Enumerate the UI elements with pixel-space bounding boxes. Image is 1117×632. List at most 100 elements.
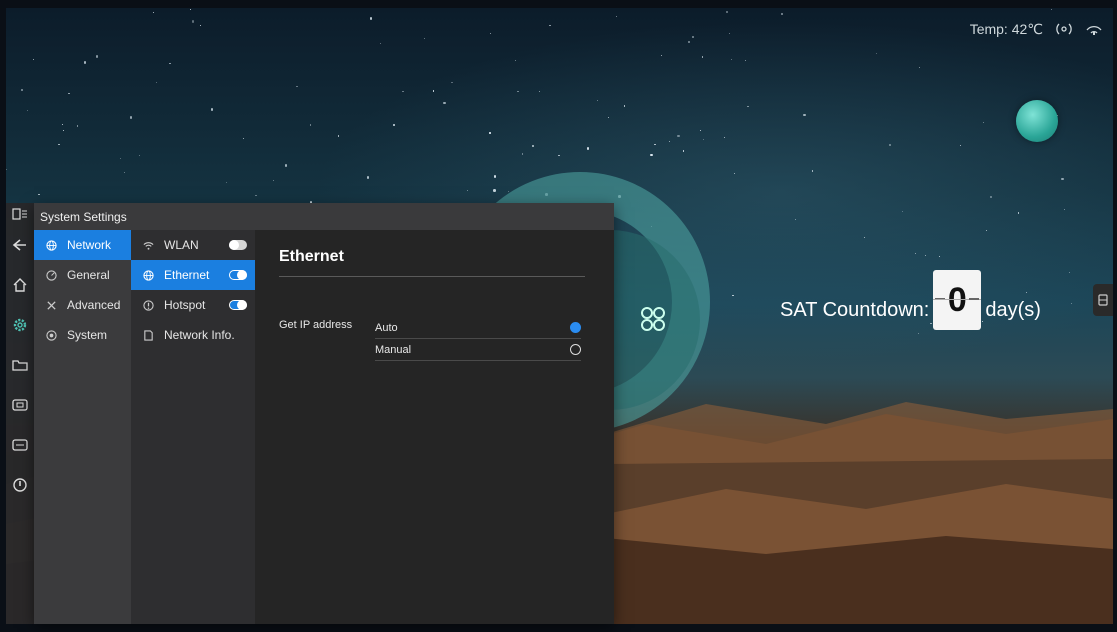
star [803, 113, 806, 117]
dock-back-button[interactable] [6, 225, 34, 265]
dock-screen-button[interactable] [6, 385, 34, 425]
star [62, 129, 65, 131]
star [284, 164, 288, 167]
apps-grid-icon[interactable] [640, 306, 666, 332]
star [558, 154, 560, 156]
gear-icon [13, 318, 27, 332]
star [32, 58, 35, 61]
countdown-digit: 0 [947, 280, 967, 319]
star [210, 108, 214, 111]
category-general[interactable]: General [34, 260, 131, 290]
star [539, 90, 541, 92]
star [1061, 177, 1064, 181]
submenu-label: WLAN [164, 238, 199, 252]
hotspot-toggle[interactable] [229, 300, 247, 310]
star [20, 88, 24, 92]
category-network[interactable]: Network [34, 230, 131, 260]
star [687, 40, 691, 44]
globe-icon [143, 269, 154, 281]
star [62, 124, 64, 126]
star [586, 147, 590, 150]
dock-input-button[interactable] [6, 425, 34, 465]
star [489, 132, 491, 134]
star [811, 170, 813, 172]
wifi-icon [143, 241, 154, 250]
star [615, 15, 618, 18]
star [924, 254, 926, 256]
star [369, 17, 373, 20]
network-icon[interactable] [1085, 20, 1103, 38]
star [199, 24, 201, 26]
floating-assistant-button[interactable] [1016, 100, 1058, 142]
star [95, 55, 99, 58]
star [661, 55, 663, 57]
ip-address-setting: Get IP address Auto Manual [279, 317, 581, 361]
category-system[interactable]: System [34, 320, 131, 350]
countdown-label: SAT Countdown: [780, 298, 930, 321]
window-title: System Settings [40, 209, 127, 224]
star [917, 332, 919, 335]
star [725, 10, 729, 14]
star [309, 124, 311, 126]
dock-settings-button[interactable] [6, 305, 34, 345]
dock-home-button[interactable] [6, 265, 34, 305]
submenu-network-info[interactable]: Network Info. [131, 320, 255, 350]
ip-option-manual[interactable]: Manual [375, 339, 581, 361]
star [919, 66, 921, 69]
star [467, 189, 469, 191]
star [607, 117, 609, 119]
category-advanced[interactable]: Advanced [34, 290, 131, 320]
star [366, 176, 370, 179]
dock-folder-button[interactable] [6, 345, 34, 385]
ip-options: Auto Manual [375, 317, 581, 361]
star [493, 175, 497, 178]
dock-power-button[interactable] [6, 465, 34, 505]
panel-icon [1098, 294, 1108, 306]
star [123, 171, 125, 173]
submenu-label: Hotspot [164, 298, 206, 312]
star [337, 135, 339, 137]
star [522, 153, 524, 155]
status-bar: Temp: 42℃ [970, 20, 1103, 38]
star [730, 58, 732, 61]
star [402, 90, 404, 92]
star [1050, 8, 1053, 10]
input-source-icon [12, 439, 28, 451]
star [169, 63, 171, 65]
star [914, 253, 916, 255]
option-label: Manual [375, 343, 412, 356]
tools-icon [47, 300, 56, 310]
submenu-hotspot[interactable]: Hotspot [131, 290, 255, 320]
star [392, 123, 396, 127]
star [901, 210, 904, 212]
wireless-signal-icon[interactable] [1055, 20, 1073, 38]
star [701, 56, 704, 58]
star [6, 168, 8, 170]
star [747, 105, 749, 107]
ethernet-pane: Ethernet Get IP address Auto Manual [255, 230, 614, 624]
ip-option-auto[interactable]: Auto [375, 317, 581, 339]
dock-menu-button[interactable] [6, 203, 34, 225]
star [682, 150, 684, 152]
star [226, 182, 228, 184]
manual-radio[interactable] [570, 344, 581, 355]
star [296, 86, 298, 88]
temp-label: Temp: [969, 20, 1008, 37]
ethernet-toggle[interactable] [229, 270, 247, 280]
wlan-toggle[interactable] [229, 240, 247, 250]
side-panel-handle[interactable] [1093, 284, 1113, 316]
star [155, 81, 157, 84]
star [138, 154, 141, 156]
star [189, 8, 192, 11]
hotspot-icon [143, 299, 154, 311]
submenu-ethernet[interactable]: Ethernet [131, 260, 255, 290]
star [989, 195, 993, 199]
star [1018, 212, 1020, 214]
star [654, 143, 656, 145]
star [242, 137, 244, 140]
auto-radio[interactable] [570, 322, 581, 333]
star [493, 189, 496, 192]
submenu-wlan[interactable]: WLAN [131, 230, 255, 260]
sat-countdown-widget: SAT Countdown: 0 day(s) [780, 270, 1041, 330]
star [255, 194, 257, 196]
